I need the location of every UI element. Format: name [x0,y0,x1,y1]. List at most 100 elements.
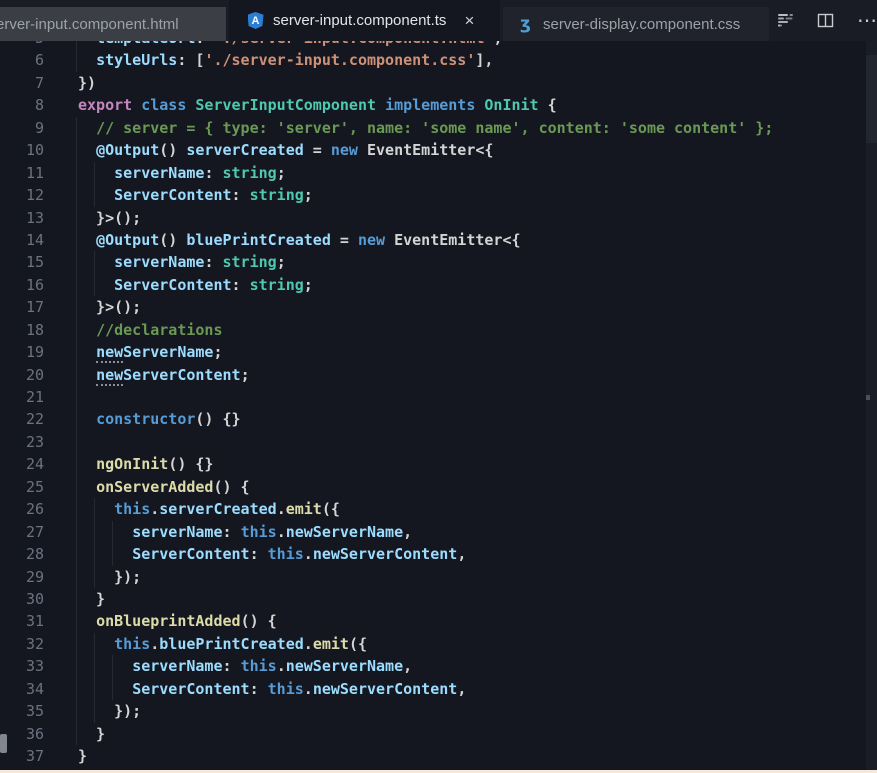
line-number: 30 [0,588,44,610]
indent-guide [76,408,77,430]
code-text: ServerContent: string; [44,184,313,206]
code-text: @Output() bluePrintCreated = new EventEm… [44,229,521,251]
code-text: serverName: this.newServerName, [44,655,412,677]
angular-icon: A [247,12,264,29]
tab-server-input-component-ts[interactable]: A server-input.component.ts × [229,0,500,41]
indent-guide [76,521,77,543]
code-line[interactable]: 11 serverName: string; [0,162,877,184]
indent-guide [76,386,77,408]
line-number: 13 [0,207,44,229]
code-editor[interactable]: 5 templateUrl: './server-input.component… [0,41,877,770]
code-line[interactable]: 6 styleUrls: ['./server-input.component.… [0,49,877,71]
code-line[interactable]: 17 }>(); [0,296,877,318]
code-text: newServerContent; [44,364,250,386]
indent-guide [76,476,77,498]
overview-ruler-marker [866,395,870,400]
code-text [44,386,78,408]
line-number: 22 [0,408,44,430]
indent-guide [76,184,77,206]
line-number: 23 [0,431,44,453]
line-number: 34 [0,678,44,700]
code-line[interactable]: 21 [0,386,877,408]
line-number: 18 [0,319,44,341]
code-text: ServerContent: string; [44,274,313,296]
code-line[interactable]: 25 onServerAdded() { [0,476,877,498]
indent-guide [76,229,77,251]
code-text: this.bluePrintCreated.emit({ [44,633,367,655]
code-line[interactable]: 7}) [0,72,877,94]
line-number: 11 [0,162,44,184]
code-text: ngOnInit() {} [44,453,213,475]
code-line[interactable]: 20 newServerContent; [0,364,877,386]
tab-server-input-component-html[interactable]: erver-input.component.html [0,7,226,41]
indent-guide [94,678,95,700]
code-line[interactable]: 8export class ServerInputComponent imple… [0,94,877,116]
indent-guide [76,41,77,49]
indent-guide [76,633,77,655]
code-text: serverName: string; [44,251,286,273]
indent-guide [76,341,77,363]
indent-guide [76,655,77,677]
code-text: serverName: this.newServerName, [44,521,412,543]
more-actions-icon[interactable]: ⋯ [857,8,875,33]
indent-guide [76,498,77,520]
indent-guide [76,678,77,700]
line-number: 10 [0,139,44,161]
code-line[interactable]: 31 onBlueprintAdded() { [0,610,877,632]
indent-guide [94,274,95,296]
line-number: 28 [0,543,44,565]
line-number: 21 [0,386,44,408]
code-text [44,431,78,453]
code-line[interactable]: 12 ServerContent: string; [0,184,877,206]
scrollbar[interactable] [866,41,877,770]
code-line[interactable]: 13 }>(); [0,207,877,229]
scrollbar-thumb[interactable] [866,55,877,143]
code-line[interactable]: 19 newServerName; [0,341,877,363]
code-line[interactable]: 37} [0,745,877,767]
split-editor-icon[interactable] [817,12,834,29]
line-number: 15 [0,251,44,273]
code-text: constructor() {} [44,408,241,430]
indent-guide [94,498,95,520]
code-line[interactable]: 32 this.bluePrintCreated.emit({ [0,633,877,655]
line-number: 26 [0,498,44,520]
indent-guide [76,700,77,722]
code-line[interactable]: 27 serverName: this.newServerName, [0,521,877,543]
prettier-icon[interactable] [778,13,794,29]
code-line[interactable]: 14 @Output() bluePrintCreated = new Even… [0,229,877,251]
close-icon[interactable]: × [460,12,478,29]
code-line[interactable]: 34 ServerContent: this.newServerContent, [0,678,877,700]
code-line[interactable]: 26 this.serverCreated.emit({ [0,498,877,520]
code-line[interactable]: 9 // server = { type: 'server', name: 's… [0,117,877,139]
code-text: onServerAdded() { [44,476,250,498]
line-number: 32 [0,633,44,655]
code-text: }); [44,700,141,722]
code-line[interactable]: 28 ServerContent: this.newServerContent, [0,543,877,565]
code-line[interactable]: 16 ServerContent: string; [0,274,877,296]
indent-guide [76,610,77,632]
code-line[interactable]: 10 @Output() serverCreated = new EventEm… [0,139,877,161]
code-line[interactable]: 33 serverName: this.newServerName, [0,655,877,677]
indent-guide [76,431,77,453]
indent-guide [76,319,77,341]
code-line[interactable]: 30 } [0,588,877,610]
code-text: templateUrl: './server-input.component.h… [44,41,502,49]
code-line[interactable]: 36 } [0,723,877,745]
code-line[interactable]: 24 ngOnInit() {} [0,453,877,475]
tab-label: server-input.component.ts [273,12,446,29]
line-number: 9 [0,117,44,139]
code-line[interactable]: 22 constructor() {} [0,408,877,430]
code-line[interactable]: 5 templateUrl: './server-input.component… [0,41,877,49]
code-line[interactable]: 15 serverName: string; [0,251,877,273]
code-line[interactable]: 18 //declarations [0,319,877,341]
code-line[interactable]: 29 }); [0,566,877,588]
line-number: 17 [0,296,44,318]
indent-guide [76,588,77,610]
indent-guide [76,566,77,588]
css-icon: ʒ [517,16,534,33]
code-line[interactable]: 23 [0,431,877,453]
indent-guide [94,700,95,722]
tab-server-display-component-css[interactable]: ʒ server-display.component.css [503,7,769,41]
editor-tab-bar: erver-input.component.html A server-inpu… [0,0,877,41]
code-line[interactable]: 35 }); [0,700,877,722]
